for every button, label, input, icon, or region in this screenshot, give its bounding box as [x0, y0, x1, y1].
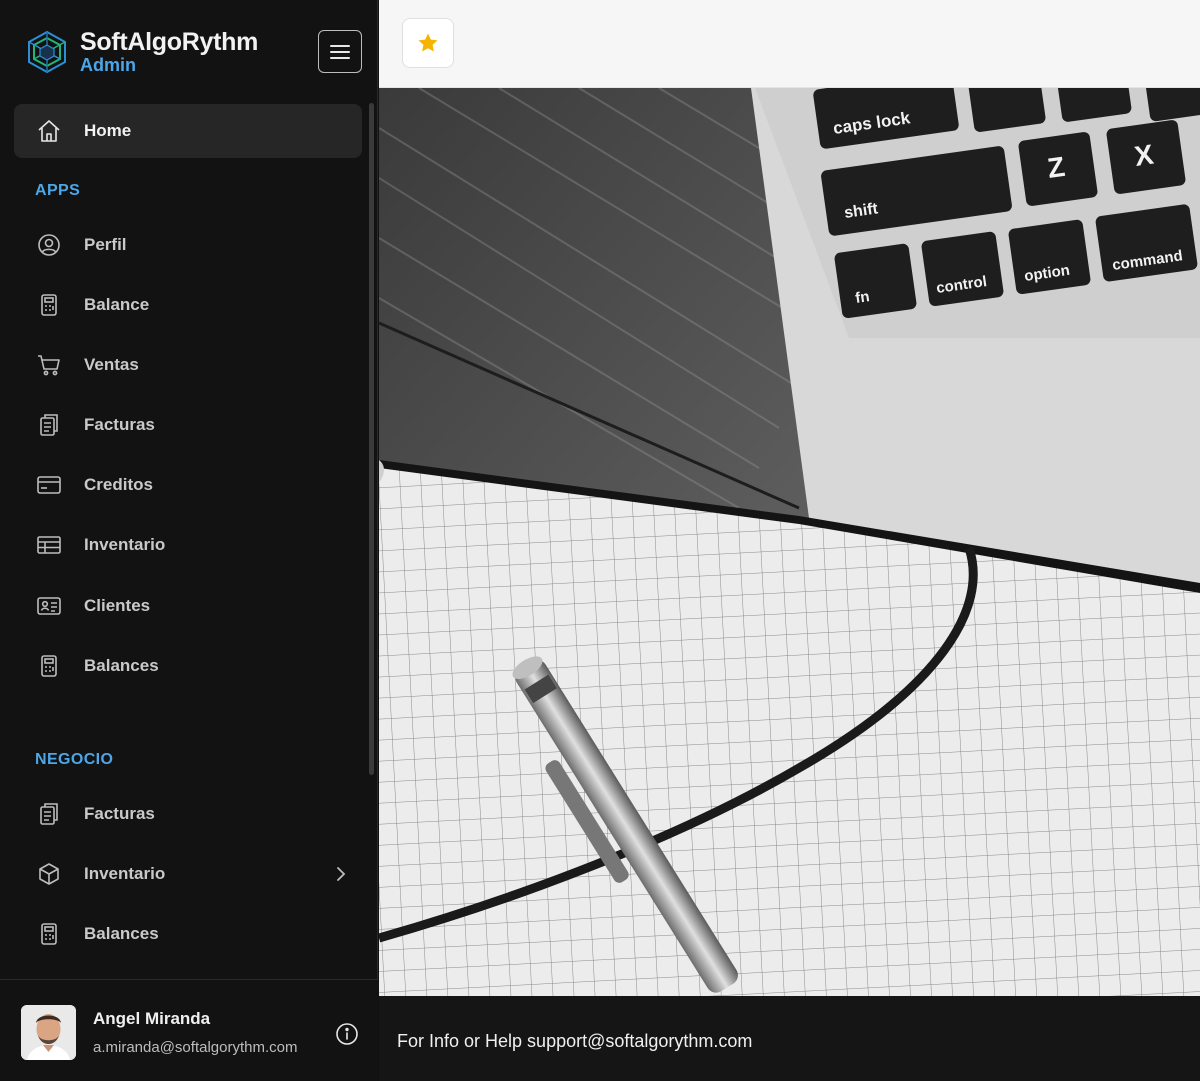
cart-icon: [36, 352, 62, 378]
sidebar-item-negocio-balances[interactable]: Balances: [14, 907, 362, 961]
favorite-button[interactable]: [402, 18, 454, 68]
sidebar-item-negocio-facturas[interactable]: Facturas: [14, 787, 362, 841]
chevron-right-icon[interactable]: [330, 863, 352, 885]
sidebar-item-label: Clientes: [84, 596, 151, 615]
brand[interactable]: SoftAlgoRythm Admin: [24, 26, 258, 78]
info-icon[interactable]: [335, 1022, 359, 1046]
calculator-icon: [36, 921, 62, 947]
sidebar-item-perfil[interactable]: Perfil: [14, 218, 362, 272]
credit-card-icon: [36, 472, 62, 498]
sidebar-item-ventas[interactable]: Ventas: [14, 338, 362, 392]
sidebar: SoftAlgoRythm Admin Home APPS Perfil Bal…: [0, 0, 378, 1081]
sidebar-item-label: Perfil: [84, 235, 127, 254]
sidebar-item-balances[interactable]: Balances: [14, 639, 362, 693]
home-icon: [36, 118, 62, 144]
avatar[interactable]: [21, 1005, 76, 1060]
sidebar-item-label: Inventario: [84, 864, 166, 883]
brand-logo-icon: [28, 30, 66, 74]
menu-toggle-button[interactable]: [318, 30, 362, 73]
brand-name: SoftAlgoRythm: [80, 28, 259, 56]
user-panel: Angel Miranda a.miranda@softalgorythm.co…: [0, 979, 378, 1081]
sidebar-item-label: Inventario: [84, 535, 166, 554]
svg-text:fn: fn: [854, 288, 870, 307]
sidebar-item-label: Creditos: [84, 475, 153, 494]
hamburger-icon: [330, 44, 350, 59]
sidebar-item-inventario[interactable]: Inventario: [14, 518, 362, 572]
user-name: Angel Miranda: [93, 1009, 211, 1028]
sidebar-item-label: Ventas: [84, 355, 139, 374]
sidebar-item-label: Balances: [84, 924, 159, 943]
sidebar-item-label: Facturas: [84, 804, 155, 823]
table-icon: [36, 532, 62, 558]
footer: For Info or Help support@softalgorythm.c…: [379, 996, 1200, 1081]
hero-image: caps lock shift Z X fn control option co…: [379, 88, 1200, 996]
footer-help-text: For Info or Help support@softalgorythm.c…: [397, 1031, 753, 1051]
sidebar-item-negocio-inventario[interactable]: Inventario: [14, 847, 362, 901]
box-icon: [36, 861, 62, 887]
brand-subtitle: Admin: [80, 55, 136, 75]
sidebar-item-label: Home: [84, 121, 132, 140]
sidebar-item-balance[interactable]: Balance: [14, 278, 362, 332]
sidebar-item-label: Facturas: [84, 415, 155, 434]
user-email: a.miranda@softalgorythm.com: [93, 1039, 298, 1056]
sidebar-item-creditos[interactable]: Creditos: [14, 458, 362, 512]
sidebar-item-facturas[interactable]: Facturas: [14, 398, 362, 452]
sidebar-item-home[interactable]: Home: [14, 104, 362, 158]
desk-photo: caps lock shift Z X fn control option co…: [379, 88, 1200, 996]
sidebar-item-label: Balances: [84, 656, 159, 675]
invoice-icon: [36, 801, 62, 827]
id-card-icon: [36, 593, 62, 619]
calculator-icon: [36, 292, 62, 318]
top-bar: [379, 0, 1200, 88]
sidebar-item-clientes[interactable]: Clientes: [14, 579, 362, 633]
sidebar-scrollbar[interactable]: [369, 103, 374, 775]
star-icon: [418, 33, 438, 52]
invoice-icon: [36, 412, 62, 438]
sidebar-item-label: Balance: [84, 295, 150, 314]
calculator-icon: [36, 653, 62, 679]
user-circle-icon: [36, 232, 62, 258]
section-label-apps: APPS: [35, 182, 81, 199]
section-label-negocio: NEGOCIO: [35, 751, 114, 768]
